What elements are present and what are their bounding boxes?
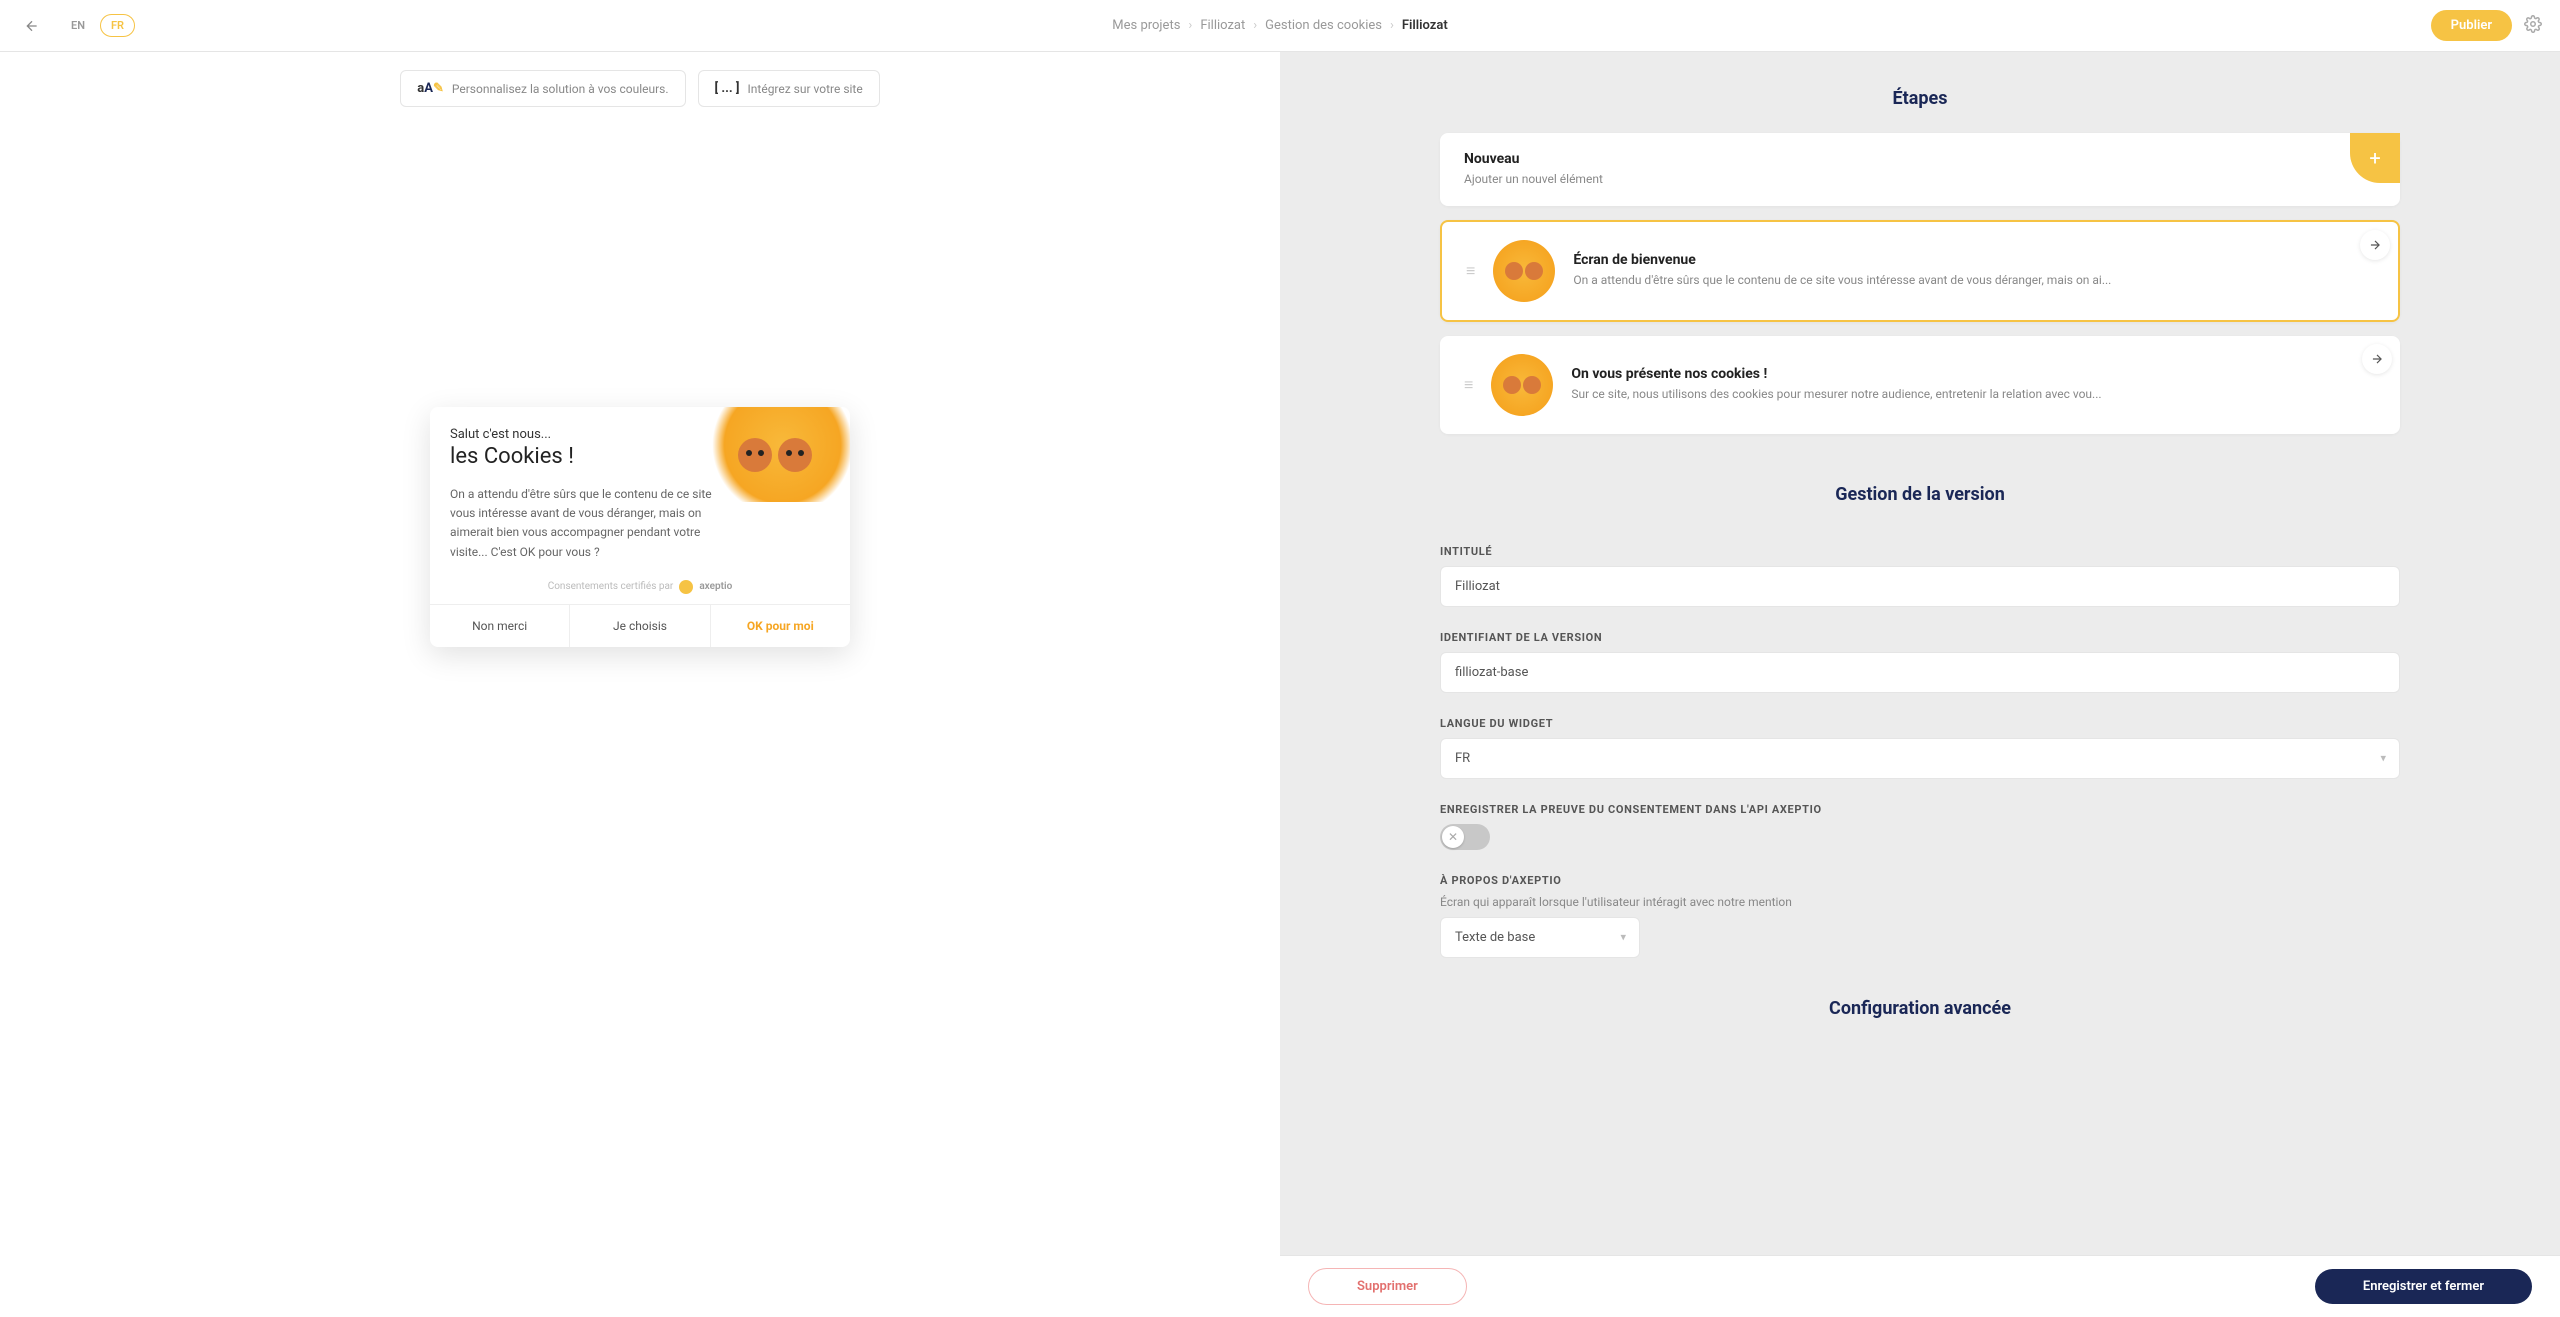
new-step-card[interactable]: Nouveau Ajouter un nouvel élément + — [1440, 133, 2400, 206]
widget-deny-button[interactable]: Non merci — [430, 605, 570, 647]
publish-button[interactable]: Publier — [2431, 10, 2512, 41]
customize-label: Personnalisez la solution à vos couleurs… — [452, 82, 669, 96]
back-button[interactable] — [18, 12, 46, 40]
steps-section-title: Étapes — [1280, 88, 2560, 109]
preview-pane: aA✎ Personnalisez la solution à vos coul… — [0, 52, 1280, 1317]
cookie-illustration — [700, 407, 850, 502]
advanced-section-title: Configuration avancée — [1280, 998, 2560, 1019]
about-help: Écran qui apparaît lorsque l'utilisateur… — [1440, 895, 2400, 909]
customize-chip[interactable]: aA✎ Personnalisez la solution à vos coul… — [400, 70, 685, 107]
gear-icon[interactable] — [2524, 15, 2542, 37]
widget-body-text: On a attendu d'être sûrs que le contenu … — [430, 479, 740, 574]
code-icon: [ ... ] — [715, 81, 740, 96]
cookie-widget-preview: Salut c'est nous... les Cookies ! On a a… — [430, 407, 850, 647]
arrow-right-icon — [2370, 352, 2384, 366]
step-desc: Sur ce site, nous utilisons des cookies … — [1571, 386, 2101, 403]
delete-button[interactable]: Supprimer — [1308, 1268, 1467, 1305]
name-input[interactable] — [1440, 566, 2400, 607]
integrate-chip[interactable]: [ ... ] Intégrez sur votre site — [698, 70, 880, 107]
lang-select[interactable]: FR — [1440, 738, 2400, 779]
id-label: IDENTIFIANT DE LA VERSION — [1440, 631, 2400, 644]
language-switcher: EN FR — [60, 14, 135, 37]
new-step-hint: Ajouter un nouvel élément — [1464, 171, 2376, 188]
crumb-cookies[interactable]: Gestion des cookies — [1265, 18, 1382, 33]
lang-fr[interactable]: FR — [100, 14, 135, 37]
step-avatar — [1493, 240, 1555, 302]
arrow-right-icon — [2368, 238, 2382, 252]
step-title: Écran de bienvenue — [1573, 252, 2111, 268]
step-desc: On a attendu d'être sûrs que le contenu … — [1573, 272, 2111, 289]
chevron-right-icon: › — [1188, 18, 1192, 33]
name-label: INTITULÉ — [1440, 545, 2400, 558]
integrate-label: Intégrez sur votre site — [748, 82, 863, 96]
footer-bar: Supprimer Enregistrer et fermer — [1280, 1255, 2560, 1317]
step-welcome-card[interactable]: ≡ Écran de bienvenue On a attendu d'être… — [1440, 220, 2400, 322]
typography-icon: aA✎ — [417, 81, 444, 96]
drag-handle-icon[interactable]: ≡ — [1464, 375, 1473, 395]
chevron-right-icon: › — [1390, 18, 1394, 33]
toggle-off-icon: ✕ — [1442, 826, 1464, 848]
widget-choose-button[interactable]: Je choisis — [570, 605, 710, 647]
step-avatar — [1491, 354, 1553, 416]
proof-toggle[interactable]: ✕ — [1440, 824, 1490, 850]
step-cookies-card[interactable]: ≡ On vous présente nos cookies ! Sur ce … — [1440, 336, 2400, 434]
crumb-projects[interactable]: Mes projets — [1112, 18, 1180, 33]
drag-handle-icon[interactable]: ≡ — [1466, 261, 1475, 281]
chevron-right-icon: › — [1253, 18, 1257, 33]
about-label: À PROPOS D'AXEPTIO — [1440, 874, 2400, 887]
config-pane: Étapes Nouveau Ajouter un nouvel élément… — [1280, 52, 2560, 1317]
arrow-left-icon — [24, 18, 40, 34]
step-open-button[interactable] — [2362, 344, 2392, 374]
topbar: EN FR Mes projets › Filliozat › Gestion … — [0, 0, 2560, 52]
lang-en[interactable]: EN — [60, 14, 96, 37]
widget-certification: Consentements certifiés par axeptio — [430, 574, 850, 604]
chevron-down-icon: ▾ — [2380, 752, 2386, 765]
breadcrumb: Mes projets › Filliozat › Gestion des co… — [1112, 18, 1447, 33]
proof-label: ENREGISTRER LA PREUVE DU CONSENTEMENT DA… — [1440, 803, 2400, 816]
step-open-button[interactable] — [2360, 230, 2390, 260]
chevron-down-icon: ▾ — [1620, 931, 1626, 944]
about-select[interactable]: Texte de base — [1440, 917, 1640, 958]
lang-label: LANGUE DU WIDGET — [1440, 717, 2400, 730]
cert-badge-icon — [679, 580, 693, 594]
crumb-current: Filliozat — [1402, 18, 1448, 33]
save-close-button[interactable]: Enregistrer et fermer — [2315, 1269, 2532, 1304]
crumb-project[interactable]: Filliozat — [1200, 18, 1245, 33]
step-title: On vous présente nos cookies ! — [1571, 366, 2101, 382]
new-step-title: Nouveau — [1464, 151, 2376, 167]
id-input[interactable] — [1440, 652, 2400, 693]
version-section-title: Gestion de la version — [1280, 484, 2560, 505]
widget-accept-button[interactable]: OK pour moi — [711, 605, 850, 647]
